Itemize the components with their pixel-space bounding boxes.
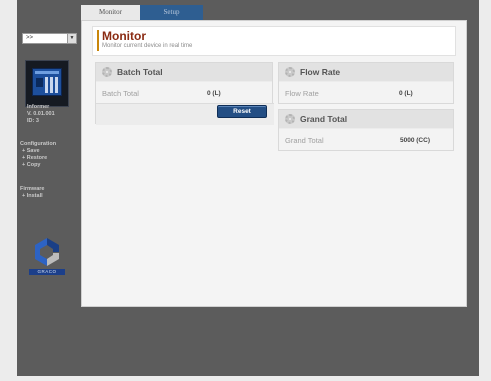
tab-setup[interactable]: Setup <box>140 5 203 20</box>
install-link[interactable]: + Install <box>20 193 44 200</box>
header-accent <box>97 30 99 51</box>
configuration-section: Configuration + Save + Restore + Copy <box>20 141 56 169</box>
flow-rate-label: Flow Rate <box>285 89 319 98</box>
grand-total-title: Grand Total <box>300 114 348 124</box>
device-version: V. 0.01.001 <box>27 111 55 117</box>
graco-logo: GRACO <box>29 236 65 276</box>
firmware-title: Firmware <box>20 186 45 192</box>
reset-button[interactable]: Reset <box>217 105 267 118</box>
main-panel: Monitor Monitor current device in real t… <box>81 20 467 307</box>
grand-total-label: Grand Total <box>285 136 324 145</box>
restore-link[interactable]: + Restore <box>20 155 56 162</box>
gear-icon <box>285 114 295 124</box>
flow-rate-header: Flow Rate <box>279 63 453 82</box>
save-link[interactable]: + Save <box>20 148 56 155</box>
device-name: Informer <box>27 104 50 110</box>
batch-total-label: Batch Total <box>102 89 139 98</box>
batch-total-value: 0 (L) <box>207 90 221 97</box>
batch-total-header: Batch Total <box>96 63 272 82</box>
device-id: ID: 3 <box>27 118 39 124</box>
page-title: Monitor <box>102 29 146 43</box>
gear-icon <box>102 67 112 77</box>
chevron-down-icon[interactable]: ▼ <box>67 34 76 43</box>
sidebar: >> ▼ Informer V. 0.01.001 ID: 3 Configur… <box>17 20 77 376</box>
device-select-value: >> <box>26 35 34 41</box>
page-header: Monitor Monitor current device in real t… <box>92 26 456 56</box>
page-subtitle: Monitor current device in real time <box>102 43 193 49</box>
grand-total-panel: Grand Total Grand Total 5000 (CC) <box>278 109 454 151</box>
grand-total-value: 5000 (CC) <box>400 137 430 144</box>
graco-logo-icon <box>35 238 59 266</box>
device-select[interactable]: >> ▼ <box>22 33 77 44</box>
batch-total-title: Batch Total <box>117 67 163 77</box>
bottom-strip <box>0 376 491 381</box>
grand-total-header: Grand Total <box>279 110 453 129</box>
tab-monitor[interactable]: Monitor <box>81 5 140 20</box>
flow-rate-value: 0 (L) <box>399 90 413 97</box>
graco-logo-text: GRACO <box>29 269 65 275</box>
device-screen <box>32 68 62 96</box>
gear-icon <box>285 67 295 77</box>
device-info: Informer V. 0.01.001 ID: 3 <box>27 104 55 125</box>
copy-link[interactable]: + Copy <box>20 162 56 169</box>
flow-rate-panel: Flow Rate Flow Rate 0 (L) <box>278 62 454 104</box>
configuration-title: Configuration <box>20 141 57 147</box>
firmware-section: Firmware + Install <box>20 186 44 200</box>
tab-bar: Monitor Setup <box>81 5 203 20</box>
flow-rate-title: Flow Rate <box>300 67 341 77</box>
device-image <box>25 60 69 107</box>
